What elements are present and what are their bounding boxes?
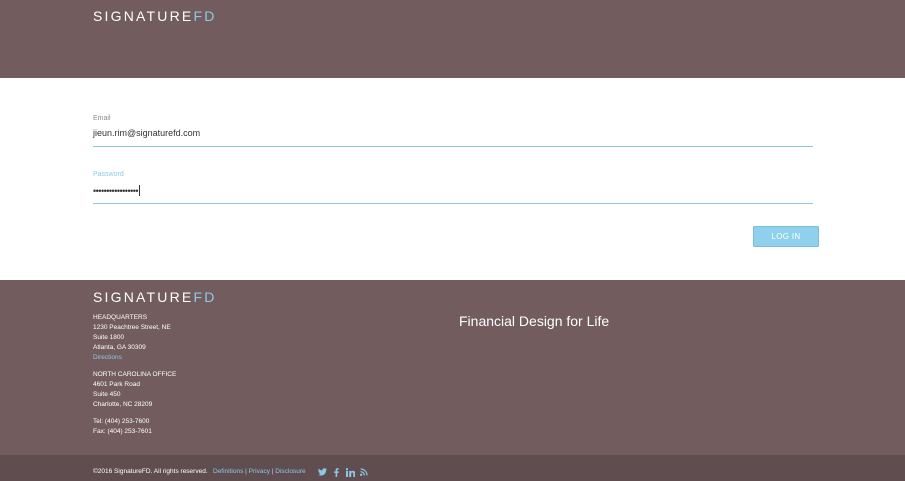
password-field[interactable]: •••••••••••••••••: [93, 185, 141, 196]
footer-logo[interactable]: SIGNATUREFD: [93, 289, 217, 305]
footer-logo-main-text: SIGNATURE: [93, 289, 194, 305]
hq-line2: Suite 1800: [93, 334, 125, 341]
copyright-text: ©2016 SignatureFD. All rights reserved.: [93, 468, 208, 475]
tagline: Financial Design for Life: [459, 313, 610, 329]
rss-icon[interactable]: [359, 467, 369, 477]
nc-line1: 4601 Park Road: [93, 381, 140, 388]
directions-link[interactable]: Directions: [93, 353, 171, 363]
login-form: Email jieun.rim@signaturefd.com Password…: [0, 78, 905, 280]
twitter-icon[interactable]: [317, 467, 327, 477]
logo-main-text: SIGNATURE: [93, 8, 194, 24]
password-dots: •••••••••••••••••: [93, 186, 139, 196]
linkedin-icon[interactable]: [345, 467, 355, 477]
password-underline: [93, 203, 813, 204]
nc-line2: Suite 450: [93, 391, 121, 398]
email-label: Email: [93, 115, 111, 122]
nc-line3: Charlotte, NC 28209: [93, 401, 153, 408]
logo-accent-text: FD: [193, 8, 217, 24]
top-header: SIGNATUREFD: [0, 0, 905, 78]
headquarters-address: HEADQUARTERS 1230 Peachtree Street, NE S…: [93, 313, 171, 363]
legal-links: Definitions | Privacy | Disclosure: [213, 468, 306, 475]
email-underline: [93, 146, 813, 147]
contact-info: Tel: (404) 253-7600 Fax: (404) 253-7601: [93, 417, 152, 437]
phone-number: Tel: (404) 253-7600: [93, 418, 150, 425]
email-field[interactable]: jieun.rim@signaturefd.com: [93, 128, 200, 138]
privacy-link[interactable]: Privacy: [249, 468, 270, 475]
fax-number: Fax: (404) 253-7601: [93, 428, 152, 435]
text-caret: [139, 185, 141, 196]
definitions-link[interactable]: Definitions: [213, 468, 243, 475]
hq-line3: Atlanta, GA 30309: [93, 344, 146, 351]
hq-title: HEADQUARTERS: [93, 314, 148, 321]
facebook-icon[interactable]: [331, 467, 341, 477]
nc-office-address: NORTH CAROLINA OFFICE 4601 Park Road Sui…: [93, 370, 176, 410]
footer-logo-accent-text: FD: [193, 289, 217, 305]
footer: SIGNATUREFD HEADQUARTERS 1230 Peachtree …: [0, 280, 905, 455]
bottom-bar: ©2016 SignatureFD. All rights reserved. …: [0, 455, 905, 481]
social-links: [317, 467, 369, 477]
password-label: Password: [93, 171, 124, 178]
nc-title: NORTH CAROLINA OFFICE: [93, 371, 177, 378]
disclosure-link[interactable]: Disclosure: [275, 468, 305, 475]
header-logo[interactable]: SIGNATUREFD: [93, 8, 217, 24]
login-button[interactable]: LOG IN: [753, 226, 819, 247]
hq-line1: 1230 Peachtree Street, NE: [93, 324, 171, 331]
